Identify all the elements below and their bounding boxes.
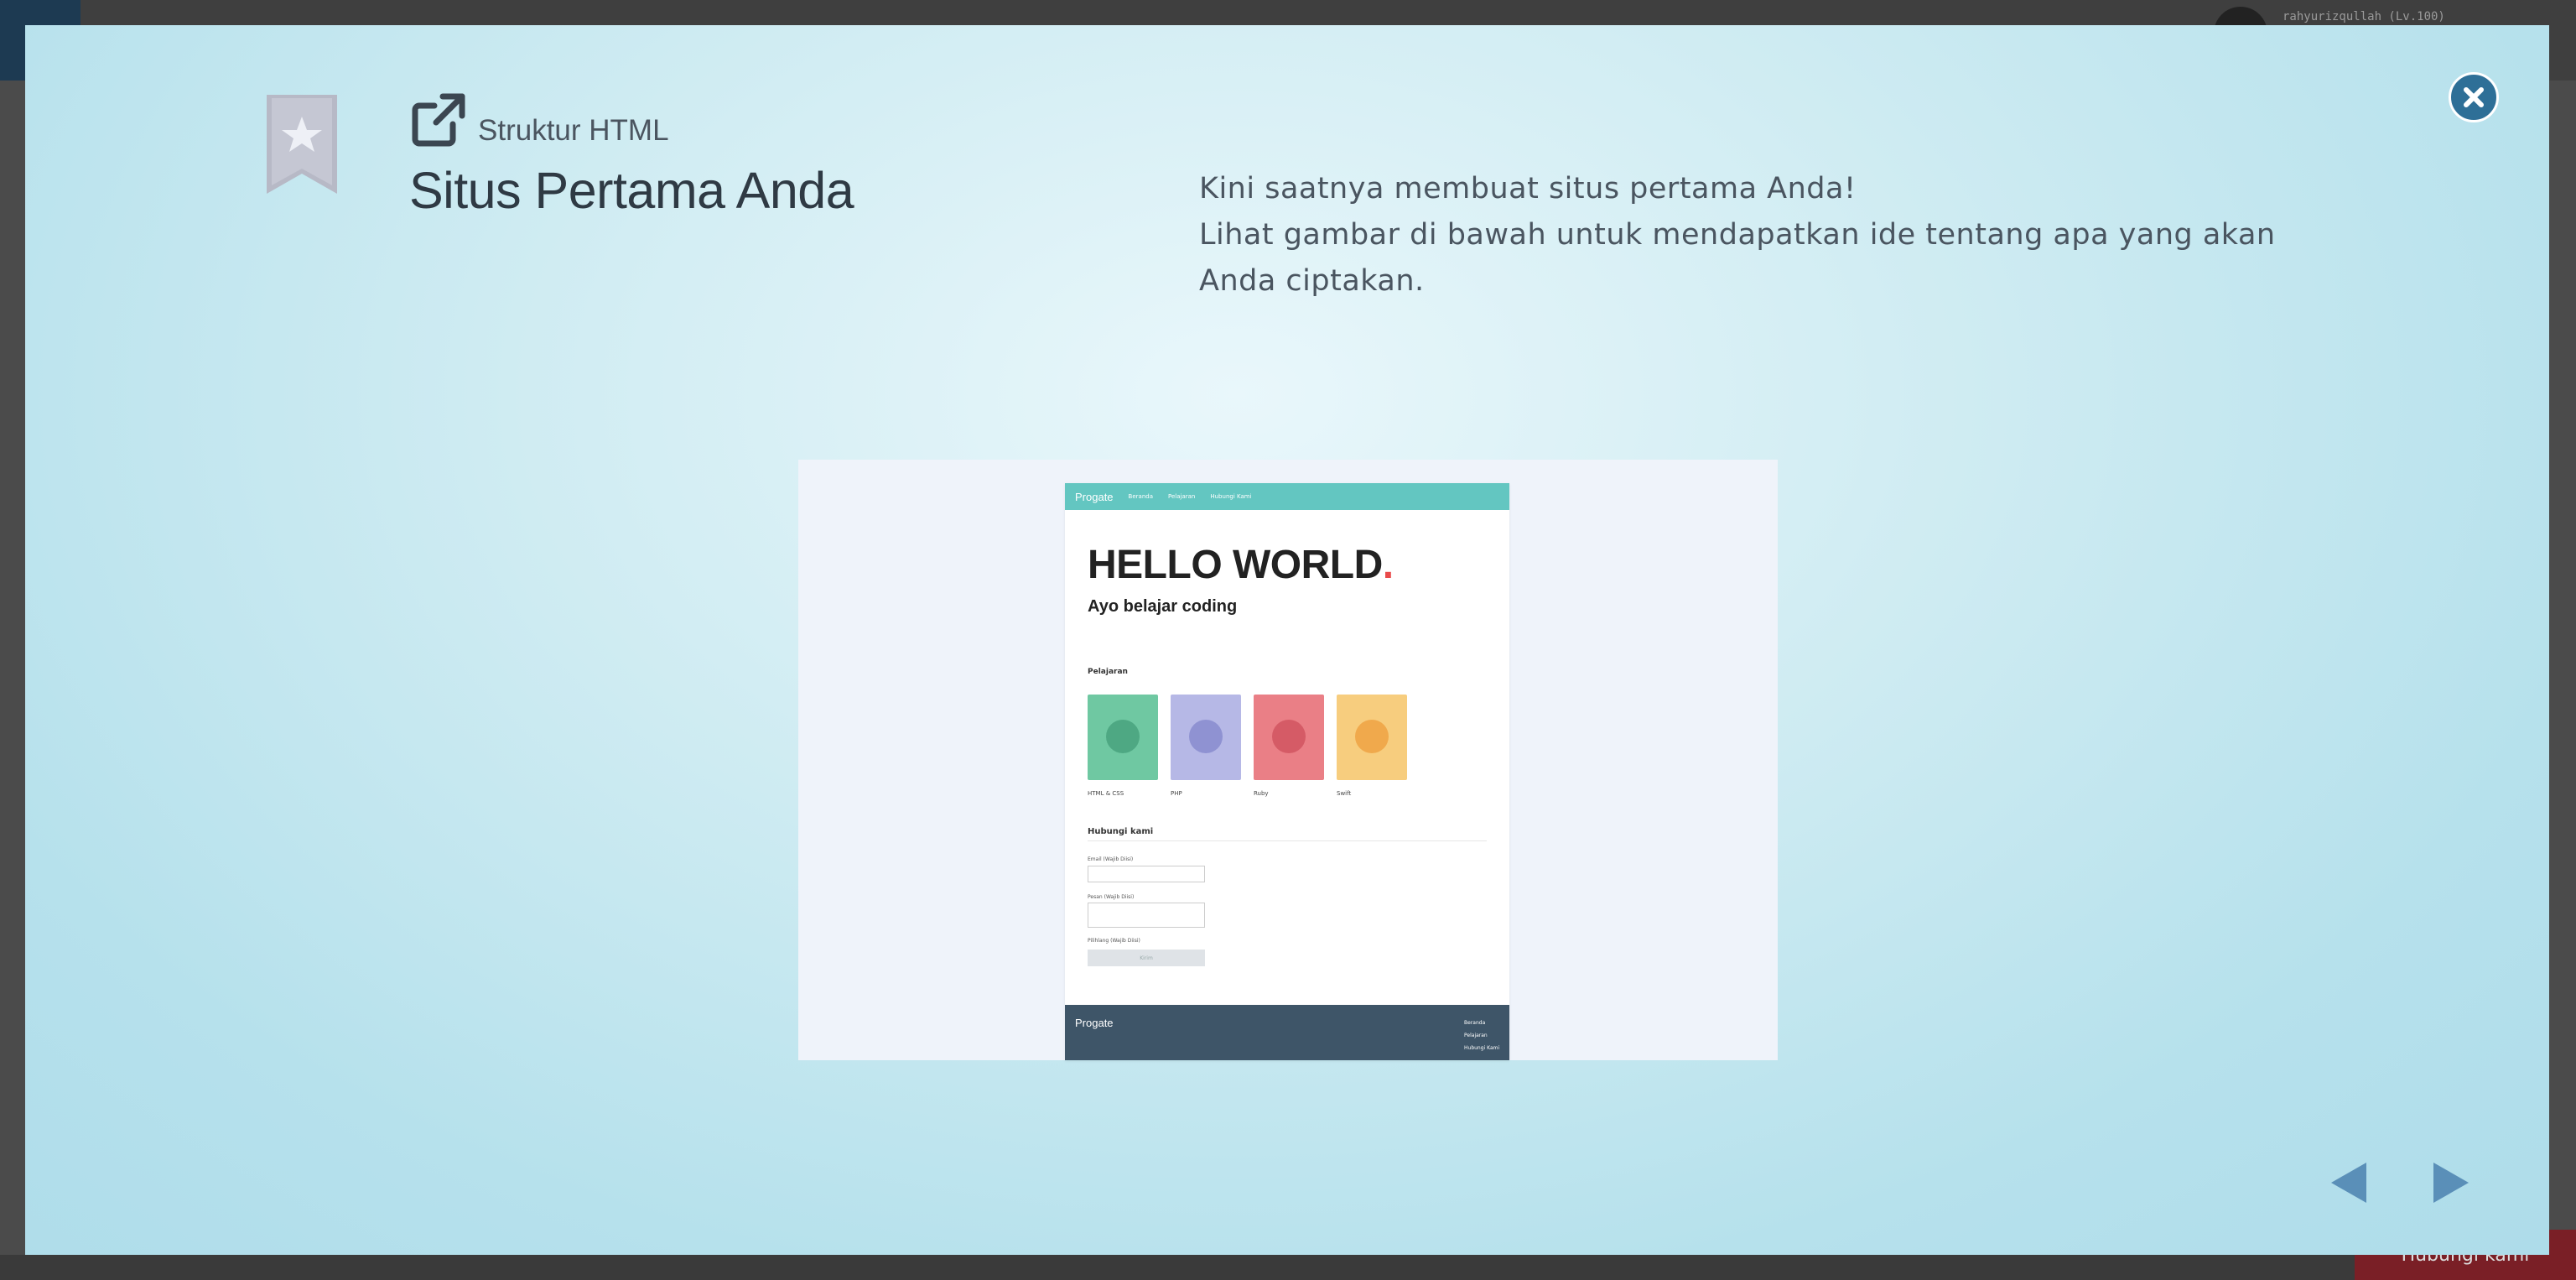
lesson-subtitle: Struktur HTML <box>478 114 669 147</box>
preview-footer-logo: Progate <box>1075 1017 1114 1029</box>
preview-contact-heading: Hubungi kami <box>1088 827 1154 836</box>
preview-footer: Progate Beranda Pelajaran Hubungi Kami <box>1065 1005 1509 1060</box>
lesson-label: PHP <box>1171 790 1182 797</box>
description: Kini saatnya membuat situs pertama Anda!… <box>1199 166 2289 304</box>
page-title: Situs Pertama Anda <box>409 162 854 219</box>
lesson-label: HTML & CSS <box>1088 790 1124 797</box>
preview-tagline: Ayo belajar coding <box>1088 597 1238 616</box>
preview-header: Progate Beranda Pelajaran Hubungi Kami <box>1065 483 1509 510</box>
preview-hello: HELLO WORLD. <box>1088 542 1394 588</box>
prev-arrow-icon[interactable] <box>2328 1159 2370 1206</box>
title-block: Struktur HTML Situs Pertama Anda <box>409 91 854 220</box>
preview-nav-item: Pelajaran <box>1168 493 1196 500</box>
app-bottom-bar <box>0 1255 2576 1280</box>
preview-hello-dot: . <box>1382 543 1394 587</box>
bookmark-star-icon[interactable] <box>267 95 337 194</box>
preview-field-label: Email (Wajib Diisi) <box>1088 856 1134 862</box>
lesson-label: Swift <box>1337 790 1352 797</box>
lesson-label: Ruby <box>1254 790 1269 797</box>
description-line-1: Kini saatnya membuat situs pertama Anda! <box>1199 172 1857 206</box>
ruby-lesson-icon <box>1272 720 1306 753</box>
lesson-card-ruby <box>1254 695 1324 780</box>
preview-footer-link: Pelajaran <box>1464 1033 1488 1038</box>
preview-footer-link: Beranda <box>1464 1020 1486 1026</box>
preview-submit-button: Kirim <box>1088 950 1205 966</box>
preview-logo: Progate <box>1075 490 1114 503</box>
php-lesson-icon <box>1189 720 1223 753</box>
html-lesson-icon <box>1106 720 1140 753</box>
lesson-card-swift <box>1337 695 1407 780</box>
preview-hello-text: HELLO WORLD <box>1088 543 1383 587</box>
close-icon <box>2464 87 2484 107</box>
preview-lessons-heading: Pelajaran <box>1088 668 1128 676</box>
slide-modal: Struktur HTML Situs Pertama Anda Kini sa… <box>25 25 2549 1255</box>
username-label[interactable]: rahyurizqullah (Lv.100) <box>2283 10 2445 23</box>
preview-field-label: Pilihlang (Wajib Diisi) <box>1088 938 1140 944</box>
preview-site: Progate Beranda Pelajaran Hubungi Kami H… <box>1065 483 1509 1060</box>
preview-footer-link: Hubungi Kami <box>1464 1045 1500 1051</box>
external-link-icon[interactable] <box>409 91 468 149</box>
preview-footer-links: Beranda Pelajaran Hubungi Kami <box>1464 1017 1499 1054</box>
preview-field-label: Pesan (Wajib Diisi) <box>1088 894 1135 900</box>
lesson-card-html <box>1088 695 1158 780</box>
next-arrow-icon[interactable] <box>2430 1159 2472 1206</box>
preview-email-field <box>1088 866 1205 882</box>
divider <box>1088 840 1487 841</box>
preview-nav-item: Beranda <box>1128 493 1153 500</box>
swift-lesson-icon <box>1355 720 1389 753</box>
preview-message-field <box>1088 903 1205 928</box>
preview-nav-item: Hubungi Kami <box>1210 493 1252 500</box>
close-button[interactable] <box>2449 72 2499 122</box>
lesson-card-php <box>1171 695 1241 780</box>
description-line-2: Lihat gambar di bawah untuk mendapatkan … <box>1199 218 2276 298</box>
preview-image: Progate Beranda Pelajaran Hubungi Kami H… <box>798 460 1778 1060</box>
